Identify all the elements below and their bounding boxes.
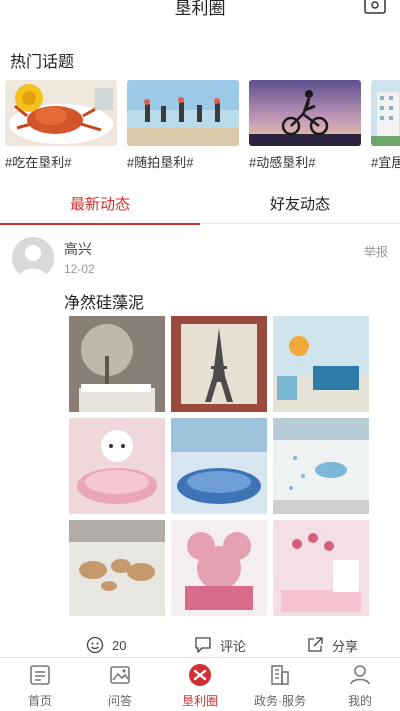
tab-friends[interactable]: 好友动态: [200, 186, 400, 224]
profile-icon: [350, 665, 370, 685]
feed-tabs: 最新动态 好友动态: [0, 186, 400, 225]
smile-icon: [86, 636, 104, 654]
tab-latest[interactable]: 最新动态: [0, 186, 200, 225]
mickey-bedroom[interactable]: [171, 520, 267, 616]
post-date: 12-02: [64, 262, 95, 276]
comment-label: 评论: [220, 638, 247, 654]
cyclist-sunset-image: [249, 80, 361, 146]
topic-label: #动感垦利#: [249, 155, 316, 170]
hello-kitty-bedroom[interactable]: [69, 418, 165, 514]
eiffel-tower-wall[interactable]: [171, 316, 267, 412]
pink-kids-room[interactable]: [273, 520, 369, 616]
nav-label: 垦利圈: [181, 694, 218, 708]
topic-label: #宜居: [371, 155, 400, 170]
topic-label: #随拍垦利#: [127, 155, 194, 170]
nav-item-qa[interactable]: 问答: [80, 658, 160, 711]
nav-item-circle[interactable]: 垦利圈: [160, 658, 240, 711]
post-text: 净然硅藻泥: [64, 295, 145, 312]
topic-card[interactable]: #动感垦利#: [249, 80, 361, 171]
topic-card[interactable]: #宜居: [371, 80, 400, 171]
share-label: 分享: [332, 638, 359, 654]
message-icon[interactable]: [364, 0, 386, 14]
post-actions: 20 评论 分享: [0, 632, 400, 658]
topic-card[interactable]: #吃在垦利#: [5, 80, 117, 171]
like-count: 20: [112, 637, 127, 653]
nav-item-home[interactable]: 首页: [0, 658, 80, 711]
nav-label: 首页: [27, 694, 52, 708]
comment-button[interactable]: 评论: [194, 632, 246, 658]
whale-wall[interactable]: [273, 418, 369, 514]
share-icon: [308, 637, 323, 652]
post-image-grid: [69, 316, 369, 616]
bottom-nav: 首页 问答 垦利圈 政务·服务 我的: [0, 657, 400, 711]
topic-label: #吃在垦利#: [5, 155, 72, 170]
home-icon: [30, 665, 50, 685]
world-map-wall[interactable]: [69, 520, 165, 616]
tree-mural-room[interactable]: [69, 316, 165, 412]
blue-round-bed[interactable]: [171, 418, 267, 514]
gov-building-icon: [271, 665, 289, 685]
default-avatar-icon: [12, 237, 54, 279]
building-image: [371, 80, 400, 146]
report-button[interactable]: 举报: [364, 243, 388, 260]
crab-food-image: [5, 80, 117, 146]
topic-card[interactable]: #随拍垦利#: [127, 80, 239, 171]
kids-room[interactable]: [273, 316, 369, 412]
share-button[interactable]: 分享: [306, 632, 358, 658]
nav-item-profile[interactable]: 我的: [320, 658, 400, 711]
like-button[interactable]: 20: [86, 632, 126, 658]
top-bar: 垦利圈: [0, 0, 400, 22]
beach-people-image: [127, 80, 239, 146]
nav-label: 政务·服务: [254, 694, 306, 708]
page-title: 垦利圈: [174, 0, 226, 18]
circle-icon: [189, 664, 211, 686]
hot-topics-scroller[interactable]: #吃在垦利# #随拍垦利# #动感垦利# #宜居: [0, 80, 400, 175]
hot-topics-title: 热门话题: [10, 54, 75, 71]
qa-icon: [110, 666, 130, 684]
nav-item-gov[interactable]: 政务·服务: [240, 658, 320, 711]
comment-icon: [195, 637, 211, 653]
post-username[interactable]: 高兴: [64, 239, 92, 259]
nav-label: 我的: [347, 694, 372, 708]
nav-label: 问答: [107, 694, 132, 708]
avatar[interactable]: [12, 237, 54, 279]
